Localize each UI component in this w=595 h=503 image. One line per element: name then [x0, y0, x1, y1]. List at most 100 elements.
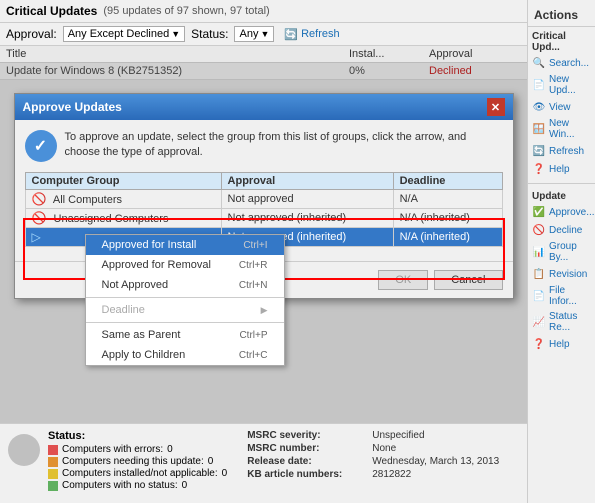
search-icon: 🔍	[532, 56, 546, 70]
menu-item-not-approved[interactable]: Not Approved Ctrl+N	[86, 275, 284, 295]
status-item-no-status: Computers with no status: 0	[48, 480, 227, 491]
sidebar-item-revision[interactable]: 📋 Revision	[528, 265, 595, 283]
modal-table-container: Computer Group Approval Deadline 🚫 All C	[25, 172, 503, 247]
approval-val: Not approved (inherited)	[221, 209, 393, 228]
group-by-icon: 📊	[532, 245, 546, 259]
menu-item-apply-to-children[interactable]: Apply to Children Ctrl+C	[86, 345, 284, 365]
cancel-button[interactable]: Cancel	[434, 270, 502, 290]
shortcut-label: Ctrl+P	[239, 330, 267, 341]
sidebar: Actions Critical Upd... 🔍 Search... 📄 Ne…	[527, 0, 595, 503]
needing-label: Computers needing this update:	[62, 456, 204, 467]
menu-item-approved-for-install[interactable]: Approved for Install Ctrl+I	[86, 235, 284, 255]
status-label: Status:	[191, 27, 228, 41]
deadline-val: N/A (inherited)	[393, 228, 502, 247]
col-deadline-header: Deadline	[393, 173, 502, 190]
decline-icon: 🚫	[532, 223, 546, 237]
top-bar: Critical Updates (95 updates of 97 shown…	[0, 0, 527, 23]
no-status-label: Computers with no status:	[62, 480, 178, 491]
context-menu: Approved for Install Ctrl+I Approved for…	[85, 234, 285, 366]
col-title-header: Title	[6, 48, 349, 60]
status-bar: Status: Computers with errors: 0 Compute…	[0, 423, 527, 503]
sidebar-item-view[interactable]: 👁 View	[528, 98, 595, 116]
release-date-val: Wednesday, March 13, 2013	[372, 456, 499, 467]
menu-separator	[86, 322, 284, 323]
approve-updates-dialog: Approve Updates ✕ ✓ To approve an update…	[14, 93, 514, 299]
sidebar-item-refresh[interactable]: 🔄 Refresh	[528, 142, 595, 160]
approval-label: Approval:	[6, 27, 57, 41]
status-keys-col: MSRC severity: MSRC number: Release date…	[247, 430, 342, 497]
modal-info-icon: ✓	[25, 130, 57, 162]
refresh-button[interactable]: 🔄 Refresh	[280, 27, 343, 42]
status-report-icon: 📈	[532, 315, 546, 329]
sidebar-item-group-by[interactable]: 📊 Group By...	[528, 239, 595, 265]
sidebar-section-update: Update ✅ Approve... 🚫 Decline 📊 Group By…	[528, 187, 595, 355]
arrow-icon: ▷	[32, 230, 41, 244]
shortcut-label: Ctrl+I	[243, 240, 267, 251]
msrc-severity-key: MSRC severity:	[247, 430, 342, 441]
table-row[interactable]: 🚫 Unassigned Computers Not approved (inh…	[25, 209, 502, 228]
modal-close-button[interactable]: ✕	[487, 98, 505, 116]
sidebar-item-decline[interactable]: 🚫 Decline	[528, 221, 595, 239]
green-dot	[48, 481, 58, 491]
dropdown-arrow: ▼	[171, 29, 180, 39]
col-approval-header: Approval	[429, 48, 509, 60]
group-name: 🚫 All Computers	[25, 190, 221, 209]
status-item-installed: Computers installed/not applicable: 0	[48, 468, 227, 479]
status-label-col: Status: Computers with errors: 0 Compute…	[48, 430, 227, 491]
approval-val: Not approved	[221, 190, 393, 209]
sidebar-item-search[interactable]: 🔍 Search...	[528, 54, 595, 72]
modal-body: ✓ To approve an update, select the group…	[15, 120, 513, 261]
msrc-number-val: None	[372, 443, 499, 454]
sidebar-section-critical: Critical Upd... 🔍 Search... 📄 New Upd...…	[528, 27, 595, 180]
col-install-header: Instal...	[349, 48, 429, 60]
installed-label: Computers installed/not applicable:	[62, 468, 218, 479]
update-count: (95 updates of 97 shown, 97 total)	[103, 5, 269, 17]
approval-dropdown[interactable]: Any Except Declined ▼	[63, 26, 185, 42]
shortcut-label: Ctrl+R	[239, 260, 268, 271]
view-icon: 👁	[532, 100, 546, 114]
sidebar-item-approve[interactable]: ✅ Approve...	[528, 203, 595, 221]
table-row[interactable]: 🚫 All Computers Not approved N/A	[25, 190, 502, 209]
ok-button[interactable]: OK	[378, 270, 428, 290]
modal-description-text: To approve an update, select the group f…	[65, 130, 503, 162]
red-dot	[48, 445, 58, 455]
menu-item-approved-for-removal[interactable]: Approved for Removal Ctrl+R	[86, 255, 284, 275]
file-info-icon: 📄	[532, 289, 546, 303]
sidebar-section-title: Critical Upd...	[528, 29, 595, 54]
content-area: Update for Windows 8 (KB2751352) 0% Decl…	[0, 63, 527, 423]
sidebar-item-help-1[interactable]: ❓ Help	[528, 160, 595, 178]
sidebar-item-new-window[interactable]: 🪟 New Win...	[528, 116, 595, 142]
status-dropdown[interactable]: Any ▼	[234, 26, 274, 42]
column-headers: Title Instal... Approval	[0, 46, 527, 63]
no-icon: 🚫	[32, 211, 47, 225]
refresh-icon: 🔄	[284, 28, 298, 41]
menu-item-same-as-parent[interactable]: Same as Parent Ctrl+P	[86, 325, 284, 345]
sidebar-item-help-2[interactable]: ❓ Help	[528, 335, 595, 353]
help-icon-1: ❓	[532, 162, 546, 176]
installed-value: 0	[222, 468, 228, 479]
shortcut-label: Ctrl+N	[239, 280, 268, 291]
status-values-col: Unspecified None Wednesday, March 13, 20…	[372, 430, 499, 497]
kb-article-val: 2812822	[372, 469, 499, 480]
sidebar-item-new-update[interactable]: 📄 New Upd...	[528, 72, 595, 98]
modal-titlebar: Approve Updates ✕	[15, 94, 513, 120]
submenu-arrow: ▶	[261, 305, 268, 316]
no-icon: 🚫	[32, 192, 47, 206]
errors-value: 0	[167, 444, 173, 455]
sidebar-item-status-report[interactable]: 📈 Status Re...	[528, 309, 595, 335]
modal-title: Approve Updates	[23, 100, 122, 114]
new-window-icon: 🪟	[532, 122, 546, 136]
modal-backdrop: Approve Updates ✕ ✓ To approve an update…	[0, 63, 527, 423]
status-item-needing: Computers needing this update: 0	[48, 456, 227, 467]
release-date-key: Release date:	[247, 456, 342, 467]
sidebar-title: Actions	[528, 4, 595, 27]
errors-label: Computers with errors:	[62, 444, 163, 455]
deadline-val: N/A	[393, 190, 502, 209]
sidebar-item-file-info[interactable]: 📄 File Infor...	[528, 283, 595, 309]
filter-bar: Approval: Any Except Declined ▼ Status: …	[0, 23, 527, 46]
main-area: Critical Updates (95 updates of 97 shown…	[0, 0, 527, 503]
status-item-errors: Computers with errors: 0	[48, 444, 227, 455]
status-left: Status: Computers with errors: 0 Compute…	[8, 430, 227, 497]
shortcut-label: Ctrl+C	[239, 350, 268, 361]
sidebar-divider	[528, 183, 595, 184]
